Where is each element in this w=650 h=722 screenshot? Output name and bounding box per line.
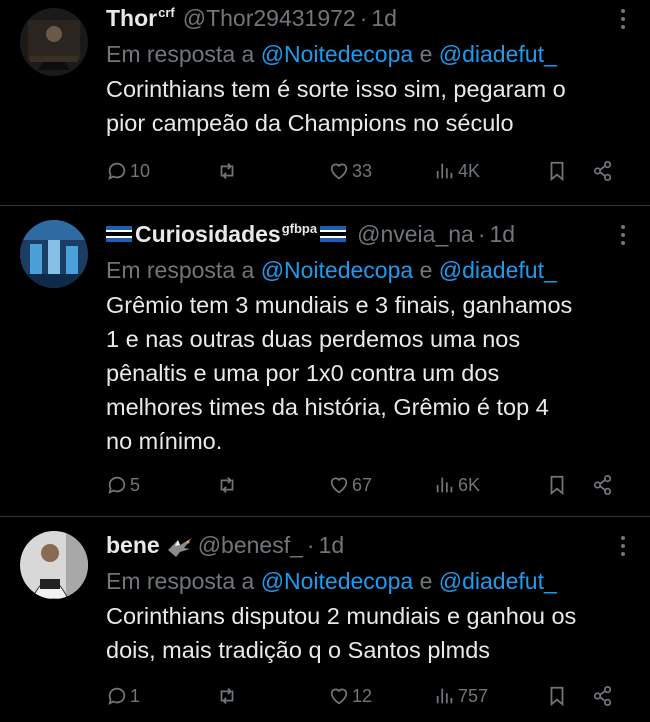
reply-button[interactable]: 10 [106,160,150,182]
bookmark-button[interactable] [546,160,568,182]
timestamp[interactable]: 1d [319,532,345,559]
like-button[interactable]: 67 [328,474,372,496]
bookmark-button[interactable] [546,685,568,707]
heart-icon [330,477,348,494]
display-name[interactable]: bene [106,532,160,559]
tweet-actions: 10 33 4K [106,160,630,188]
timestamp[interactable]: 1d [490,221,516,248]
mention-link[interactable]: @Noitedecopa [261,257,414,283]
display-name[interactable]: Thorcrf [106,5,175,32]
retweet-icon [220,477,234,493]
retweet-button[interactable] [216,160,240,182]
heart-icon [330,163,348,180]
gremio-flag-icon [106,226,132,242]
view-count: 4K [458,160,481,181]
share-button[interactable] [592,160,614,182]
display-name[interactable]: Curiosidadesgfbpa [135,221,317,248]
separator-dot: · [359,5,368,31]
views-icon [436,688,453,704]
reply-context: Em resposta a @Noitedecopa e @diadefut_ [106,41,557,67]
bookmark-icon [550,161,564,182]
user-handle[interactable]: @Thor29431972 [183,5,356,32]
views-button[interactable]: 757 [434,685,488,707]
tweet-text: Corinthians disputou 2 mundiais e ganhou… [106,603,577,663]
user-handle[interactable]: @benesf_ [198,532,303,559]
retweet-button[interactable] [216,685,240,707]
reply-button[interactable]: 1 [106,685,140,707]
reply-count: 10 [130,160,151,181]
mention-link[interactable]: @diadefut_ [439,41,557,67]
view-count: 757 [458,685,489,706]
tweet-2[interactable]: Curiosidadesgfbpa @nveia_na · 1d Em resp… [0,206,650,515]
reply-context: Em resposta a @Noitedecopa e @diadefut_ [106,257,557,283]
mention-link[interactable]: @Noitedecopa [261,568,414,594]
separator-dot: · [477,221,486,247]
tweet-text: Corinthians tem é sorte isso sim, pegara… [106,76,566,136]
reply-count: 1 [130,685,141,706]
separator-dot: · [306,532,315,558]
avatar[interactable] [20,531,88,599]
user-handle[interactable]: @nveia_na [357,221,474,248]
tweet-actions: 1 12 757 [106,685,630,713]
share-icon [593,474,612,496]
view-count: 6K [458,474,481,495]
timestamp[interactable]: 1d [371,5,397,32]
reply-context: Em resposta a @Noitedecopa e @diadefut_ [106,568,557,594]
retweet-icon [220,688,234,704]
tweet-header: Curiosidadesgfbpa @nveia_na · 1d [106,221,630,251]
tweet-actions: 5 67 6K [106,474,630,502]
reply-count: 5 [130,474,141,495]
share-button[interactable] [592,685,614,707]
share-icon [593,685,612,707]
like-count: 67 [352,474,373,495]
mention-link[interactable]: @diadefut_ [439,568,557,594]
more-icon[interactable] [618,223,628,247]
more-icon[interactable] [618,7,628,31]
comment-icon [108,687,126,705]
heart-icon [330,688,348,705]
like-count: 33 [352,160,373,181]
bookmark-icon [550,475,564,496]
tweet-1[interactable]: Thorcrf @Thor29431972 · 1d Em resposta a… [0,0,650,204]
tweet-header: Thorcrf @Thor29431972 · 1d [106,5,630,35]
views-button[interactable]: 6K [434,474,480,496]
tweet-header: bene @benesf_ · 1d [106,532,630,562]
gremio-flag-icon [320,226,347,242]
like-button[interactable]: 12 [328,685,372,707]
share-icon [593,160,612,182]
bookmark-icon [550,686,564,707]
comment-icon [108,476,126,494]
retweet-button[interactable] [216,474,240,496]
mention-link[interactable]: @diadefut_ [439,257,557,283]
views-icon [436,163,453,179]
views-button[interactable]: 4K [434,160,480,182]
tweet-text: Grêmio tem 3 mundiais e 3 finais, ganham… [106,292,573,454]
share-button[interactable] [592,474,614,496]
bookmark-button[interactable] [546,474,568,496]
like-button[interactable]: 33 [328,160,372,182]
tweet-3[interactable]: bene @benesf_ · 1d Em resposta a @Noited… [0,517,650,722]
mention-link[interactable]: @Noitedecopa [261,41,414,67]
avatar[interactable] [20,8,88,76]
comment-icon [108,162,126,180]
retweet-icon [220,163,234,179]
eagle-icon [167,538,192,557]
more-icon[interactable] [618,534,628,558]
reply-button[interactable]: 5 [106,474,140,496]
views-icon [436,477,453,493]
avatar[interactable] [20,220,88,288]
like-count: 12 [352,685,373,706]
